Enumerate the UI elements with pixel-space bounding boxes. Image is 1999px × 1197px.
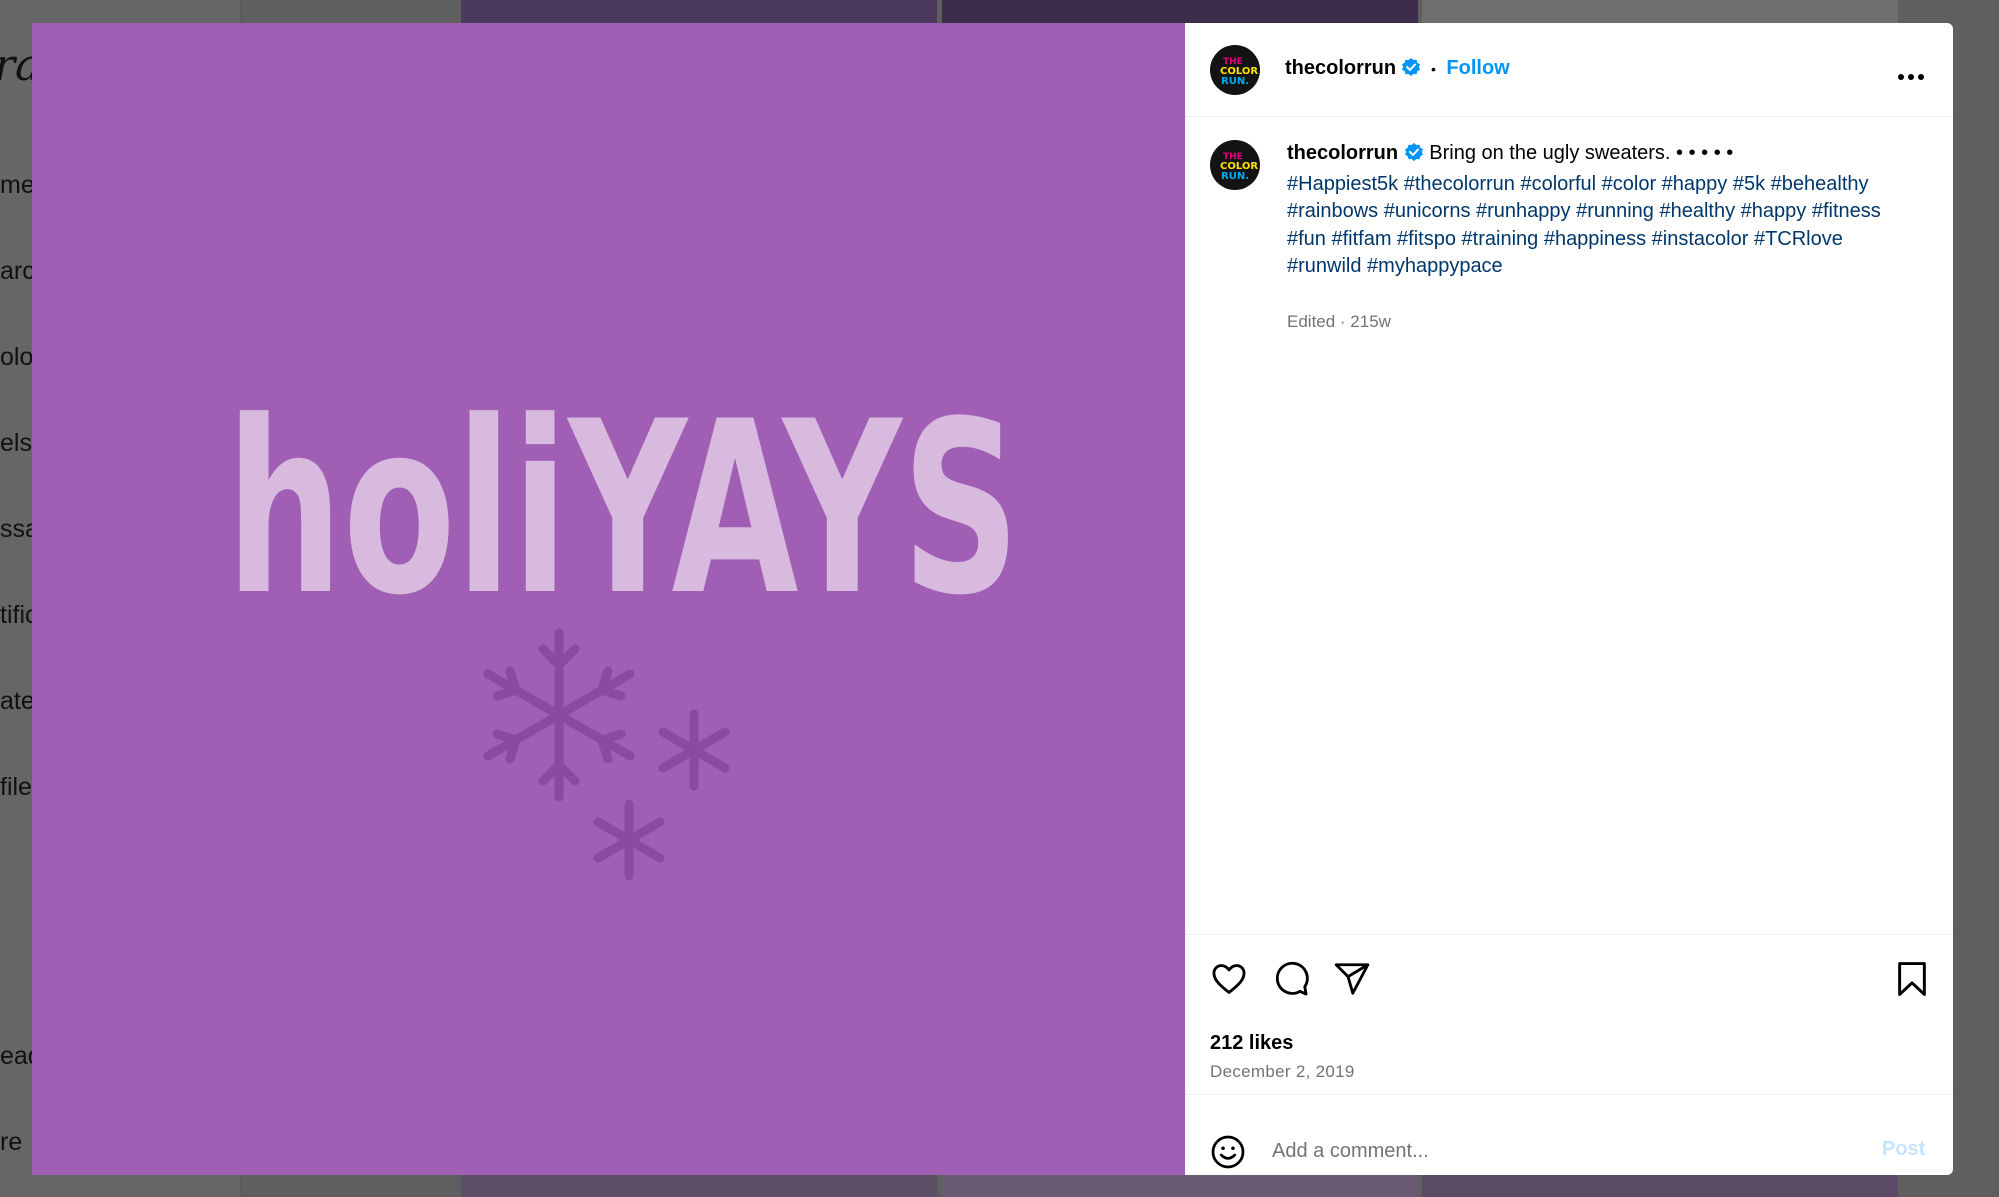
caption-hashtags[interactable]: #Happiest5k #thecolorrun #colorful #colo… bbox=[1287, 173, 1881, 278]
asterisk-icon bbox=[593, 799, 665, 881]
background-grid-tile bbox=[461, 1175, 937, 1197]
verified-badge-icon bbox=[1404, 142, 1424, 171]
background-grid-tile bbox=[1422, 0, 1898, 23]
post-header: thecolorrun • Follow bbox=[1285, 57, 1510, 82]
background-grid-tile bbox=[942, 0, 1418, 23]
post-image-headline: holiYAYS bbox=[226, 371, 1020, 648]
actions-divider bbox=[1185, 934, 1953, 935]
background-grid-tile bbox=[1422, 1175, 1898, 1197]
likes-count[interactable]: 212 likes bbox=[1210, 1032, 1293, 1055]
follow-button[interactable]: Follow bbox=[1446, 57, 1509, 79]
background-nav-item[interactable]: els bbox=[0, 429, 32, 458]
background-nav-item[interactable]: ate bbox=[0, 687, 35, 716]
background-nav-item[interactable]: me bbox=[0, 171, 35, 200]
heart-icon[interactable] bbox=[1210, 960, 1248, 1003]
header-divider bbox=[1185, 116, 1953, 117]
header-username[interactable]: thecolorrun bbox=[1285, 57, 1396, 79]
snowflake-icon bbox=[483, 628, 635, 802]
svg-text:RUN.: RUN. bbox=[1221, 76, 1249, 87]
post-date: December 2, 2019 bbox=[1210, 1062, 1355, 1081]
caption-text: Bring on the ugly sweaters. • • • • • bbox=[1429, 142, 1734, 164]
background-grid-tile bbox=[461, 0, 937, 23]
caption-username[interactable]: thecolorrun bbox=[1287, 142, 1398, 164]
post-image[interactable]: holiYAYS bbox=[32, 23, 1185, 1175]
comment-input[interactable] bbox=[1270, 1133, 1834, 1169]
post-details-panel: THE COLOR RUN. thecolorrun • Follow THE … bbox=[1185, 23, 1953, 1175]
comment-divider bbox=[1185, 1094, 1953, 1095]
background-grid-tile bbox=[942, 1175, 1418, 1197]
caption: thecolorrun Bring on the ugly sweaters. … bbox=[1287, 140, 1907, 281]
background-nav-item[interactable]: file bbox=[0, 773, 32, 802]
post-comment-button[interactable]: Post bbox=[1882, 1138, 1925, 1161]
comment-icon[interactable] bbox=[1272, 960, 1310, 1003]
avatar[interactable]: THE COLOR RUN. bbox=[1210, 45, 1260, 95]
emoji-icon[interactable] bbox=[1210, 1134, 1246, 1175]
svg-text:RUN.: RUN. bbox=[1221, 171, 1249, 182]
asterisk-icon bbox=[658, 709, 730, 791]
share-icon[interactable] bbox=[1333, 960, 1371, 1003]
header-separator: • bbox=[1431, 61, 1436, 77]
background-nav-item[interactable]: re bbox=[0, 1128, 22, 1157]
caption-meta: Edited · 215w bbox=[1287, 312, 1391, 331]
bookmark-icon[interactable] bbox=[1895, 960, 1929, 1003]
verified-badge-icon bbox=[1401, 57, 1421, 82]
more-options-icon[interactable] bbox=[1898, 68, 1924, 86]
caption-avatar[interactable]: THE COLOR RUN. bbox=[1210, 140, 1260, 190]
